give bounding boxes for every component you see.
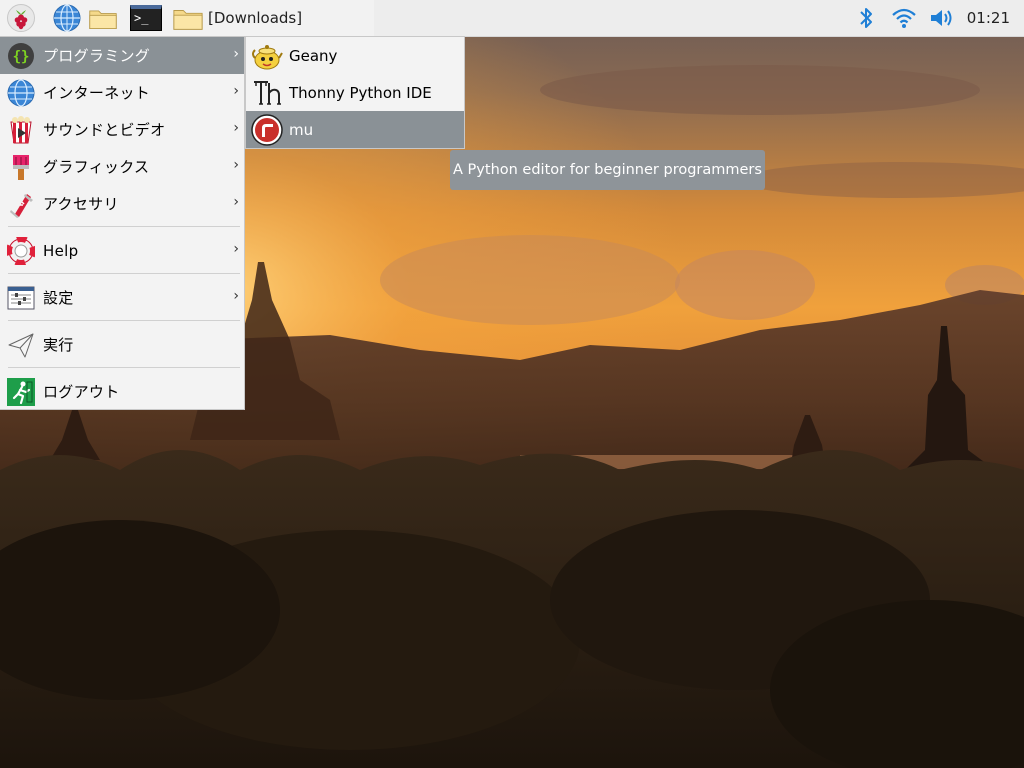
taskbar-window-downloads[interactable]: [Downloads] <box>172 2 372 34</box>
menu-item-label: ログアウト <box>43 383 120 401</box>
submenu-item-label: Geany <box>289 46 338 65</box>
menu-item-graphics[interactable]: グラフィックス › <box>0 148 244 185</box>
run-icon <box>6 330 36 360</box>
submenu-arrow-icon: › <box>233 46 239 62</box>
volume-icon[interactable] <box>926 0 958 36</box>
help-icon <box>6 236 36 266</box>
terminal-icon[interactable]: >_ <box>129 3 163 33</box>
menu-separator <box>8 367 240 368</box>
submenu-item-label: Thonny Python IDE <box>289 83 432 102</box>
svg-text:{}: {} <box>13 49 30 65</box>
menu-item-accessories[interactable]: アクセサリ › <box>0 185 244 222</box>
folder-icon[interactable] <box>88 3 118 33</box>
globe-icon[interactable] <box>52 3 82 33</box>
mu-icon <box>251 113 283 146</box>
menu-item-label: Help <box>43 241 79 260</box>
programming-icon: {} <box>6 41 36 71</box>
menu-item-label: 設定 <box>43 289 74 307</box>
settings-icon <box>6 283 36 313</box>
terminal-glyph: >_ <box>130 5 162 31</box>
menu-separator <box>8 320 240 321</box>
menu-item-label: インターネット <box>43 84 151 102</box>
taskbar-window-title: [Downloads] <box>208 9 303 27</box>
menu-item-run[interactable]: 実行 <box>0 326 244 363</box>
menu-item-label: 実行 <box>43 336 74 354</box>
menu-item-internet[interactable]: インターネット › <box>0 74 244 111</box>
main-menu: {} プログラミング › インターネット › サウンドとビデオ › グラフィック… <box>0 36 245 410</box>
menu-separator <box>8 273 240 274</box>
submenu-arrow-icon: › <box>233 241 239 257</box>
bluetooth-icon[interactable] <box>852 0 880 36</box>
menu-item-help[interactable]: Help › <box>0 232 244 269</box>
menu-item-settings[interactable]: 設定 › <box>0 279 244 316</box>
submenu-item-geany[interactable]: Geany <box>246 37 464 74</box>
menu-item-label: アクセサリ <box>43 195 119 213</box>
clock[interactable]: 01:21 <box>967 0 1010 36</box>
programming-submenu: Geany Thonny Python IDE mu <box>245 36 465 149</box>
submenu-item-thonny[interactable]: Thonny Python IDE <box>246 74 464 111</box>
top-panel: >_ [Downloads] 01:21 <box>0 0 1024 37</box>
sound-video-icon <box>6 115 36 145</box>
graphics-icon <box>6 152 36 182</box>
submenu-item-label: mu <box>289 120 314 139</box>
submenu-item-mu[interactable]: mu <box>246 111 464 148</box>
submenu-arrow-icon: › <box>233 288 239 304</box>
submenu-arrow-icon: › <box>233 120 239 136</box>
globe-icon <box>6 78 36 108</box>
menu-item-label: プログラミング <box>43 47 151 65</box>
menu-item-label: グラフィックス <box>43 158 150 176</box>
logout-icon <box>6 377 36 407</box>
submenu-arrow-icon: › <box>233 194 239 210</box>
tooltip: A Python editor for beginner programmers <box>450 150 765 190</box>
submenu-arrow-icon: › <box>233 157 239 173</box>
geany-icon <box>251 40 283 72</box>
folder-icon <box>172 4 204 32</box>
wifi-icon[interactable] <box>889 0 919 36</box>
submenu-arrow-icon: › <box>233 83 239 99</box>
menu-item-logout[interactable]: ログアウト <box>0 373 244 410</box>
thonny-icon <box>251 77 283 109</box>
raspberry-pi-icon[interactable] <box>6 3 36 33</box>
menu-item-sound-video[interactable]: サウンドとビデオ › <box>0 111 244 148</box>
menu-separator <box>8 226 240 227</box>
menu-item-programming[interactable]: {} プログラミング › <box>0 37 244 74</box>
menu-item-label: サウンドとビデオ <box>43 121 166 139</box>
accessories-icon <box>6 189 36 219</box>
